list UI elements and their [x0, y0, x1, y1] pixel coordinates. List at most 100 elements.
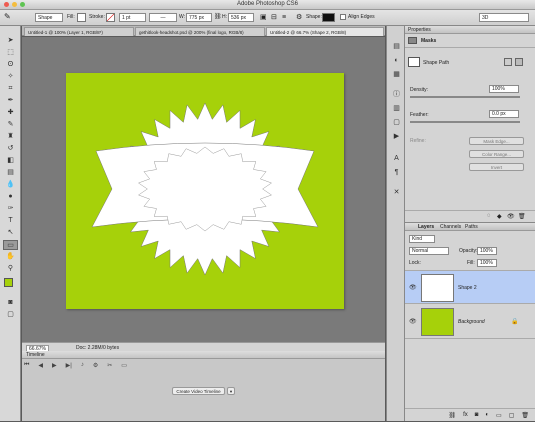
character-icon[interactable]: A: [391, 154, 402, 164]
path-select-tool-icon[interactable]: ↖: [3, 228, 18, 238]
split-icon[interactable]: ✂: [107, 362, 112, 369]
opacity-field[interactable]: 100%: [477, 247, 497, 255]
properties-title[interactable]: Properties: [408, 27, 431, 33]
move-tool-icon[interactable]: ➤: [3, 36, 18, 46]
first-frame-icon[interactable]: ⏮: [24, 362, 29, 369]
align-edges-checkbox[interactable]: [340, 14, 346, 20]
align-edges-label: Align Edges: [348, 14, 375, 20]
marquee-tool-icon[interactable]: ⬚: [3, 48, 18, 58]
lasso-tool-icon[interactable]: ʘ: [3, 60, 18, 70]
eye-icon[interactable]: 👁: [409, 318, 417, 325]
eraser-tool-icon[interactable]: ◧: [3, 156, 18, 166]
dodge-tool-icon[interactable]: ●: [3, 192, 18, 202]
blur-tool-icon[interactable]: 💧: [3, 180, 18, 190]
actions-icon[interactable]: ▶: [391, 132, 402, 142]
gear-icon[interactable]: ⚙: [296, 13, 302, 22]
adjustments-icon[interactable]: ◐: [391, 56, 402, 66]
gradient-tool-icon[interactable]: ▤: [3, 168, 18, 178]
workspace-select[interactable]: 3D: [479, 13, 529, 22]
timeline-header: Timeline: [22, 351, 385, 359]
height-field[interactable]: 536 px: [228, 13, 254, 22]
info-icon[interactable]: ⓘ: [391, 90, 402, 100]
add-vector-mask-icon[interactable]: [515, 58, 523, 66]
tab-untitled-2[interactable]: Untitled-2 @ 66.7% (Shape 2, RGB/8): [266, 27, 384, 36]
quick-select-tool-icon[interactable]: ✧: [3, 72, 18, 82]
opacity-label: Opacity:: [459, 248, 478, 254]
shape-tool-active-icon[interactable]: ▭: [3, 240, 18, 250]
shape-picker[interactable]: [322, 13, 335, 22]
path-alignment-icon[interactable]: ⊟: [271, 13, 277, 22]
healing-tool-icon[interactable]: ✚: [3, 108, 18, 118]
type-tool-icon[interactable]: T: [3, 216, 18, 226]
audio-icon[interactable]: ♪: [81, 362, 84, 369]
next-frame-icon[interactable]: ▶|: [66, 362, 72, 369]
screen-mode-icon[interactable]: ▢: [3, 310, 18, 320]
load-selection-icon[interactable]: ◌: [487, 213, 491, 219]
history-icon[interactable]: ▤: [391, 42, 402, 52]
path-arrangement-icon[interactable]: ≡: [282, 13, 286, 22]
stroke-swatch[interactable]: [106, 13, 115, 22]
play-icon[interactable]: ▶: [52, 362, 57, 369]
transition-icon[interactable]: ▭: [121, 362, 127, 369]
pen-tool-icon[interactable]: ✑: [3, 204, 18, 214]
eyedropper-tool-icon[interactable]: ✒: [3, 96, 18, 106]
prev-frame-icon[interactable]: ◀: [38, 362, 43, 369]
stroke-width-field[interactable]: 1 pt: [119, 13, 146, 22]
create-video-timeline-button[interactable]: Create Video Timeline: [172, 387, 225, 395]
link-icon[interactable]: ⛓: [214, 13, 222, 22]
shape-tool-icon[interactable]: ✎: [4, 12, 11, 21]
height-label: H:: [222, 14, 227, 20]
density-field[interactable]: 100%: [489, 85, 519, 93]
refine-label: Refine:: [410, 138, 426, 144]
feather-field[interactable]: 0.0 px: [489, 110, 519, 118]
delete-icon[interactable]: 🗑: [518, 213, 526, 220]
crop-tool-icon[interactable]: ⌗: [3, 84, 18, 94]
layer-row-shape-2[interactable]: 👁 Shape 2: [405, 270, 535, 304]
paragraph-icon[interactable]: ¶: [391, 168, 402, 178]
layer-name[interactable]: Background: [458, 319, 485, 325]
mask-edge-button[interactable]: Mask Edge...: [469, 137, 524, 145]
history-brush-tool-icon[interactable]: ↺: [3, 144, 18, 154]
apply-mask-icon[interactable]: ◆: [497, 213, 502, 220]
color-range-button[interactable]: Color Range...: [469, 150, 524, 158]
fill-field[interactable]: 100%: [477, 259, 497, 267]
navigator-icon[interactable]: ▢: [391, 118, 402, 128]
histogram-icon[interactable]: ▥: [391, 104, 402, 114]
timeline-dropdown-icon[interactable]: ▾: [227, 387, 235, 395]
add-pixel-mask-icon[interactable]: [504, 58, 512, 66]
density-slider[interactable]: [410, 96, 520, 98]
layer-row-background[interactable]: 👁 Background 🔒: [405, 305, 535, 339]
visibility-icon[interactable]: 👁: [507, 213, 515, 220]
eye-icon[interactable]: 👁: [409, 284, 417, 291]
tab-channels[interactable]: Channels: [440, 224, 461, 230]
tab-layers[interactable]: Layers: [418, 224, 434, 230]
properties-footer: ◌ ◆ 👁 🗑: [405, 210, 535, 222]
zoom-tool-icon[interactable]: ⚲: [3, 264, 18, 274]
swatches-icon[interactable]: ▦: [391, 70, 402, 80]
badge-shape[interactable]: [66, 73, 344, 309]
width-field[interactable]: 775 px: [186, 13, 212, 22]
fill-swatch[interactable]: [77, 13, 86, 22]
hand-tool-icon[interactable]: ✋: [3, 252, 18, 262]
layers-footer: ⛓ fx ◙ ◐ ▭ ▢ 🗑: [405, 408, 535, 422]
layer-filter-select[interactable]: Kind: [409, 235, 435, 243]
tools-icon[interactable]: ✕: [391, 188, 402, 198]
timeline-title[interactable]: Timeline: [26, 352, 45, 358]
quick-mask-icon[interactable]: ◙: [3, 298, 18, 308]
brush-tool-icon[interactable]: ✎: [3, 120, 18, 130]
tab-headshot[interactable]: gethitlook-headshot.psd @ 200% (final lo…: [135, 27, 265, 36]
blend-mode-select[interactable]: Normal: [409, 247, 449, 255]
tab-untitled-1[interactable]: Untitled-1 @ 100% (Layer 1, RGB/8*): [24, 27, 134, 36]
settings-icon[interactable]: ⚙: [93, 362, 98, 369]
document-canvas[interactable]: [66, 73, 344, 309]
stroke-type-select[interactable]: —: [149, 13, 177, 22]
tool-mode-select[interactable]: Shape: [35, 13, 63, 22]
tab-paths[interactable]: Paths: [465, 224, 478, 230]
path-operations-icon[interactable]: ▣: [260, 13, 267, 22]
foreground-color-swatch[interactable]: [4, 278, 13, 287]
stamp-tool-icon[interactable]: ♜: [3, 132, 18, 142]
feather-slider[interactable]: [410, 121, 520, 123]
timeline-controls: ⏮ ◀ ▶ ▶| ♪ ⚙ ✂ ▭: [24, 362, 127, 369]
layer-name[interactable]: Shape 2: [458, 285, 477, 291]
invert-button[interactable]: Invert: [469, 163, 524, 171]
